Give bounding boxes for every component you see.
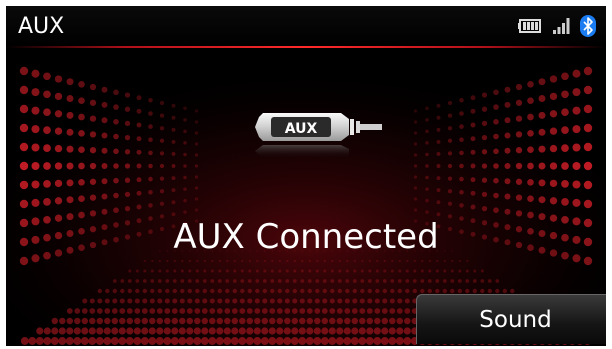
aux-plug-icon: AUX xyxy=(251,101,391,171)
signal-strength-icon xyxy=(552,17,572,35)
connection-status-message: AUX Connected xyxy=(173,217,439,257)
page-title: AUX xyxy=(18,14,65,39)
bluetooth-icon xyxy=(580,15,596,37)
sound-button[interactable]: Sound xyxy=(416,294,606,344)
status-icons xyxy=(518,15,596,37)
aux-screen: AUX AUX AUX Connected Sound xyxy=(6,6,606,346)
aux-plug-label: AUX xyxy=(285,121,318,137)
sound-button-label: Sound xyxy=(479,306,552,333)
top-status-bar: AUX xyxy=(6,6,606,46)
battery-icon xyxy=(518,18,544,34)
header-divider xyxy=(6,46,606,48)
